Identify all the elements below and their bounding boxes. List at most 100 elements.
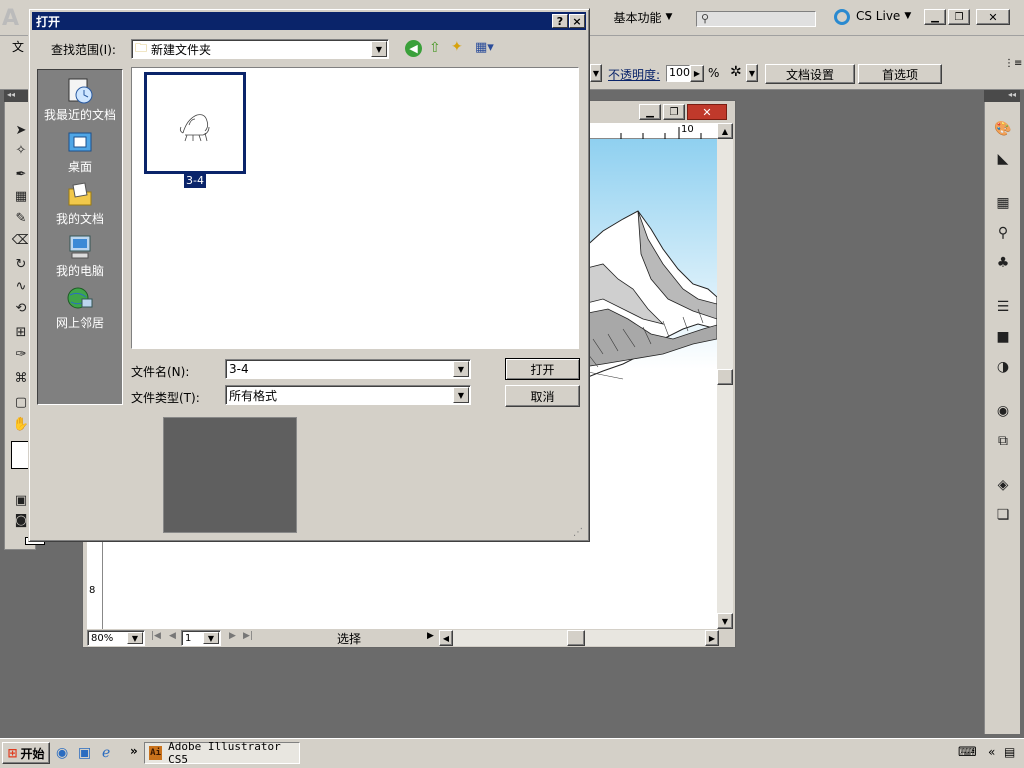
- chevron-down-icon[interactable]: ▼: [127, 632, 143, 644]
- up-folder-icon[interactable]: ⇧: [429, 40, 441, 56]
- prev-page-icon[interactable]: ◀: [169, 631, 176, 641]
- quick-launch-more[interactable]: »: [130, 744, 138, 758]
- cancel-button[interactable]: 取消: [505, 385, 580, 407]
- gradient-panel-icon[interactable]: ■: [993, 328, 1013, 346]
- doc-minimize-button[interactable]: ▁: [639, 104, 661, 120]
- search-icon: ⚲: [701, 12, 710, 25]
- chevron-down-icon[interactable]: ▼: [453, 387, 469, 403]
- open-label: 打开: [530, 362, 555, 377]
- color-guide-icon[interactable]: ◣: [993, 150, 1013, 168]
- panel-menu-icon[interactable]: ⋮≡: [1004, 58, 1022, 69]
- taskbar-item-illustrator[interactable]: Ai Adobe Illustrator CS5: [144, 740, 300, 766]
- layers-panel-icon[interactable]: ◈: [993, 476, 1013, 494]
- scroll-up-button[interactable]: ▲: [717, 123, 733, 139]
- preferences-button[interactable]: 首选项: [858, 64, 942, 84]
- vertical-scroll-thumb[interactable]: [717, 369, 733, 385]
- network-tray-icon[interactable]: ▤: [1004, 745, 1015, 759]
- open-file-dialog: 打开 ? × 查找范围(I): 🗀 新建文件夹 ▼ ◀ ⇧ ✦ ▦▾ 我最近的文…: [28, 8, 590, 542]
- last-page-icon[interactable]: ▶|: [243, 631, 253, 641]
- file-thumbnail[interactable]: [144, 72, 246, 174]
- help-button[interactable]: ?: [552, 14, 568, 28]
- isolate-icon[interactable]: ✲: [730, 64, 742, 80]
- filename-input[interactable]: 3-4 ▼: [225, 359, 471, 379]
- page-select[interactable]: 1 ▼: [181, 630, 221, 646]
- menu-item-file[interactable]: 文: [12, 38, 24, 55]
- tray-expand-icon[interactable]: «: [988, 745, 995, 759]
- show-desktop-icon[interactable]: ▣: [78, 745, 91, 761]
- graphic-styles-icon[interactable]: ⧉: [993, 432, 1013, 450]
- chevron-down-icon[interactable]: ▼: [203, 632, 219, 644]
- color-panel-icon[interactable]: 🎨: [993, 120, 1013, 138]
- fill-swatch[interactable]: [11, 441, 29, 469]
- zoom-select[interactable]: 80% ▼: [87, 630, 145, 646]
- file-list[interactable]: 3-4: [131, 67, 579, 349]
- appearance-panel-icon[interactable]: ◉: [993, 402, 1013, 420]
- places-bar: 我最近的文档 桌面 我的文档 我的电脑 网上邻居: [37, 69, 123, 405]
- opacity-unit: %: [708, 66, 720, 80]
- swatches-panel-icon[interactable]: ▦: [993, 194, 1013, 212]
- status-text: 选择: [336, 631, 361, 646]
- vertical-scrollbar[interactable]: ▲ ▼: [717, 123, 733, 629]
- opacity-menu-arrow[interactable]: ▼: [590, 64, 602, 82]
- filetype-select[interactable]: 所有格式 ▼: [225, 385, 471, 405]
- opacity-value: 100: [669, 66, 690, 79]
- workspace-switcher[interactable]: 基本功能 ▼: [600, 6, 686, 28]
- chevron-down-icon[interactable]: ▼: [453, 361, 469, 377]
- my-documents-icon: [64, 180, 96, 210]
- opacity-input[interactable]: 100: [666, 65, 690, 82]
- illustrator-icon: Ai: [149, 746, 163, 760]
- status-menu[interactable]: 选择: [259, 630, 439, 646]
- first-page-icon[interactable]: |◀: [151, 631, 161, 641]
- zoom-value: 80%: [91, 632, 114, 644]
- symbols-panel-icon[interactable]: ♣: [993, 254, 1013, 272]
- new-folder-icon[interactable]: ✦: [451, 39, 463, 55]
- back-icon[interactable]: ◀: [405, 40, 422, 57]
- resize-grip-icon[interactable]: ⋰: [573, 527, 583, 538]
- start-button[interactable]: ⊞ 开始: [2, 742, 50, 764]
- place-desktop[interactable]: 桌面: [38, 124, 122, 174]
- scroll-down-button[interactable]: ▼: [717, 613, 733, 629]
- browser-icon[interactable]: ◉: [56, 745, 68, 761]
- stroke-panel-icon[interactable]: ☰: [993, 298, 1013, 316]
- next-page-icon[interactable]: ▶: [229, 631, 236, 641]
- cs-live-button[interactable]: CS Live ▼: [856, 9, 911, 23]
- start-label: 开始: [20, 746, 45, 761]
- isolate-menu-arrow[interactable]: ▼: [746, 64, 758, 82]
- chevron-down-icon[interactable]: ▼: [371, 41, 387, 57]
- brushes-panel-icon[interactable]: ⚲: [993, 224, 1013, 242]
- artboards-panel-icon[interactable]: ❏: [993, 506, 1013, 524]
- look-in-value: 新建文件夹: [151, 42, 212, 57]
- horizontal-scroll-thumb[interactable]: [567, 630, 585, 646]
- preferences-label: 首选项: [881, 67, 918, 82]
- doc-close-button[interactable]: ✕: [687, 104, 727, 120]
- look-in-select[interactable]: 🗀 新建文件夹 ▼: [131, 39, 389, 59]
- scroll-left-button[interactable]: ◀: [439, 630, 453, 646]
- open-button[interactable]: 打开: [505, 358, 580, 380]
- place-network[interactable]: 网上邻居: [38, 280, 122, 330]
- page-value: 1: [185, 632, 192, 644]
- status-menu-arrow-icon[interactable]: ▶: [427, 631, 434, 641]
- place-recent[interactable]: 我最近的文档: [38, 72, 122, 122]
- opacity-stepper[interactable]: ▶: [690, 65, 704, 82]
- scroll-right-button[interactable]: ▶: [705, 630, 719, 646]
- doc-restore-button[interactable]: ❐: [663, 104, 685, 120]
- recent-documents-icon: [64, 76, 96, 106]
- filetype-value: 所有格式: [229, 388, 278, 403]
- file-name-label[interactable]: 3-4: [184, 174, 206, 188]
- panel-dock-header[interactable]: ◂◂: [984, 90, 1020, 102]
- view-menu-icon[interactable]: ▦▾: [475, 40, 494, 55]
- keyboard-icon[interactable]: ⌨: [958, 745, 977, 760]
- place-my-computer[interactable]: 我的电脑: [38, 228, 122, 278]
- dialog-close-button[interactable]: ×: [569, 14, 585, 28]
- minimize-button[interactable]: ▁: [924, 9, 946, 25]
- search-input[interactable]: ⚲: [696, 11, 816, 27]
- transparency-panel-icon[interactable]: ◑: [993, 358, 1013, 376]
- place-label: 我的文档: [55, 212, 104, 226]
- document-setup-button[interactable]: 文档设置: [765, 64, 855, 84]
- close-window-button[interactable]: ✕: [976, 9, 1010, 25]
- horizontal-scrollbar[interactable]: ◀ ▶: [439, 630, 719, 646]
- restore-button[interactable]: ❐: [948, 9, 970, 25]
- place-my-documents[interactable]: 我的文档: [38, 176, 122, 226]
- internet-explorer-icon[interactable]: ℯ: [102, 745, 110, 761]
- opacity-label[interactable]: 不透明度:: [608, 66, 660, 83]
